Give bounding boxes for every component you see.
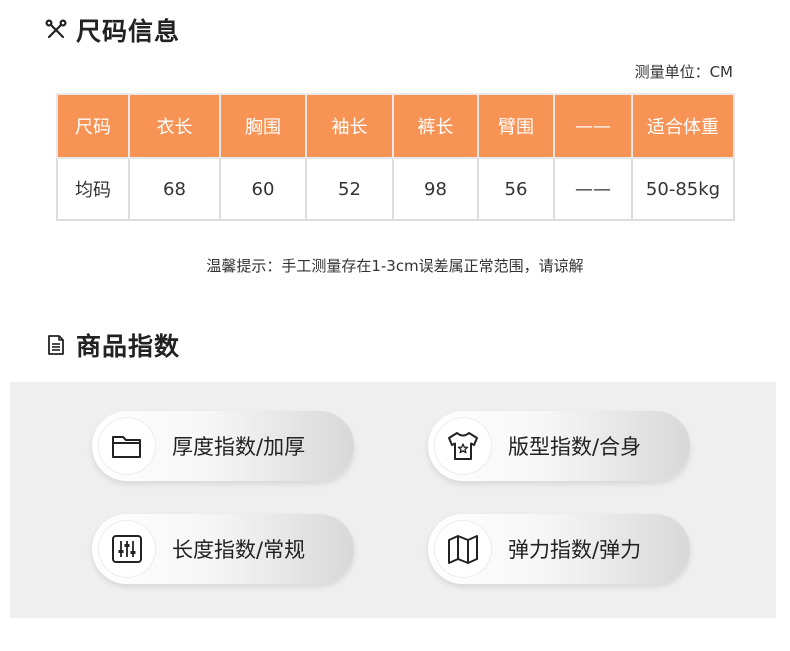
measurement-unit: 测量单位：CM: [634, 63, 733, 81]
cell-sleeve: 52: [305, 157, 394, 221]
folded-map-icon: [434, 520, 492, 578]
cell-pants-length: 98: [392, 157, 479, 221]
cell-length: 68: [128, 157, 221, 221]
product-index-heading: 商品指数: [44, 327, 180, 363]
header-cell-empty: ——: [553, 93, 633, 159]
product-index-title: 商品指数: [76, 332, 181, 361]
table-row: 均码 68 60 52 98 56 —— 50-85kg: [56, 157, 735, 221]
elasticity-index-label: 弹力指数/弹力: [508, 538, 642, 562]
size-info-title: 尺码信息: [76, 17, 181, 46]
folder-icon: [98, 417, 156, 475]
measurement-tip: 温馨提示：手工测量存在1-3cm误差属正常范围，请谅解: [206, 257, 584, 275]
cell-arm: 56: [477, 157, 555, 221]
fit-index-pill: 版型指数/合身: [428, 411, 690, 481]
length-index-pill: 长度指数/常规: [92, 514, 354, 584]
header-cell-sleeve: 袖长: [305, 93, 394, 159]
size-table: 尺码 衣长 胸围 袖长 裤长 臂围 —— 适合体重 均码 68 60 52 98…: [56, 93, 735, 221]
header-cell-size: 尺码: [56, 93, 130, 159]
document-icon: [44, 333, 68, 357]
header-cell-pants-length: 裤长: [392, 93, 479, 159]
header-cell-weight: 适合体重: [631, 93, 735, 159]
cell-empty: ——: [553, 157, 633, 221]
elasticity-index-pill: 弹力指数/弹力: [428, 514, 690, 584]
thickness-index-pill: 厚度指数/加厚: [92, 411, 354, 481]
cell-size: 均码: [56, 157, 130, 221]
size-info-heading: 尺码信息: [44, 12, 180, 48]
header-cell-length: 衣长: [128, 93, 221, 159]
sliders-icon: [98, 520, 156, 578]
size-table-header-row: 尺码 衣长 胸围 袖长 裤长 臂围 —— 适合体重: [56, 93, 735, 159]
cell-chest: 60: [219, 157, 307, 221]
thickness-index-label: 厚度指数/加厚: [172, 435, 306, 459]
length-index-label: 长度指数/常规: [172, 538, 306, 562]
header-cell-arm: 臂围: [477, 93, 555, 159]
cell-weight: 50-85kg: [631, 157, 735, 221]
fit-index-label: 版型指数/合身: [508, 435, 642, 459]
tshirt-icon: [434, 417, 492, 475]
scissors-icon: [44, 18, 68, 42]
header-cell-chest: 胸围: [219, 93, 307, 159]
